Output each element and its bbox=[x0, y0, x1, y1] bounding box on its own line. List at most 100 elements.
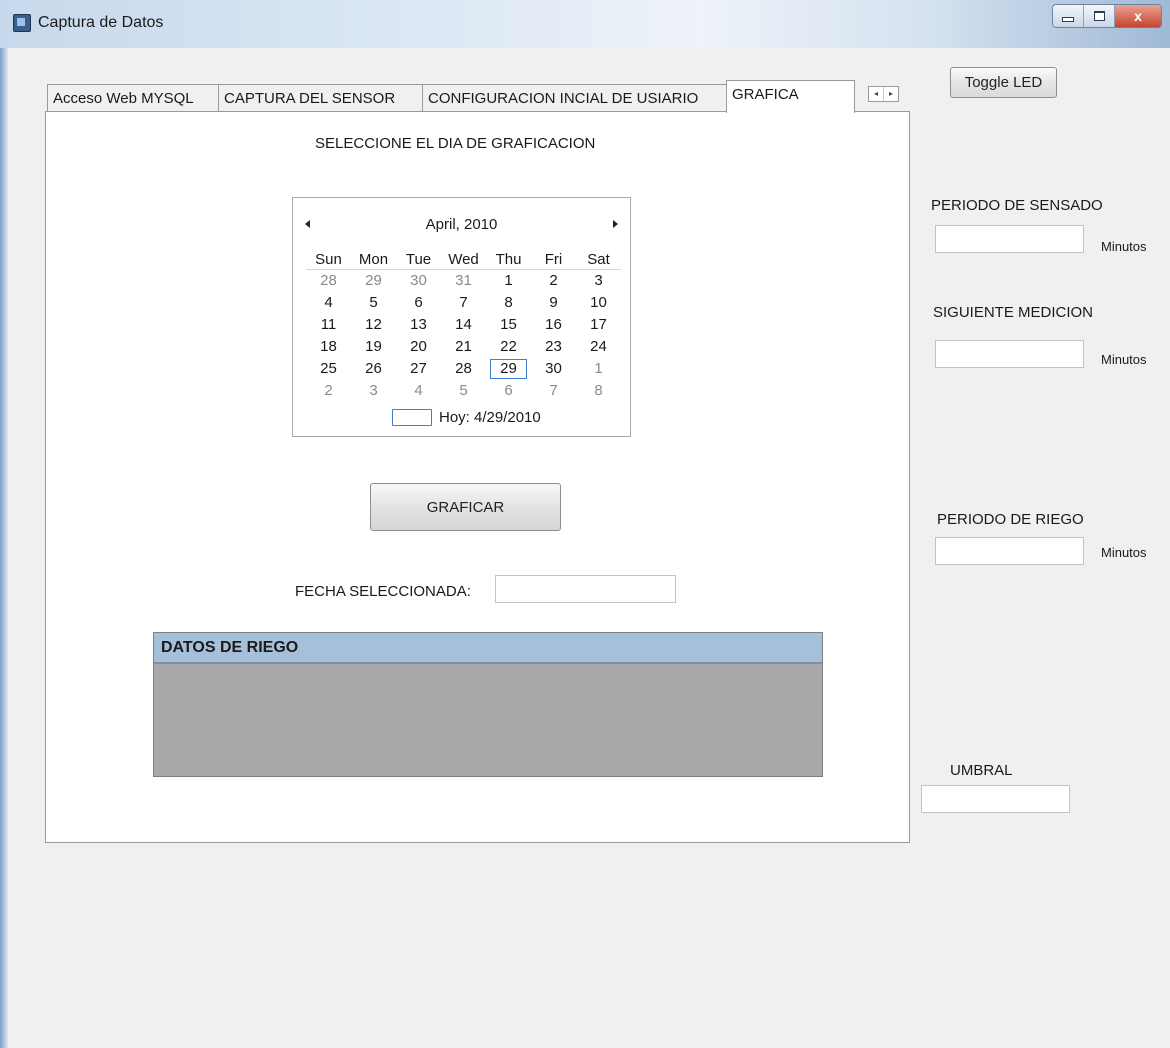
calendar-day[interactable]: 1 bbox=[576, 358, 621, 380]
graficar-button[interactable]: GRAFICAR bbox=[370, 483, 561, 531]
calendar-grid: Sun Mon Tue Wed Thu Fri Sat 28 29 30 31 1 2 3 4 5 6 7 8 9 1… bbox=[306, 249, 621, 402]
calendar-day[interactable]: 14 bbox=[441, 314, 486, 336]
umbral-input[interactable] bbox=[921, 785, 1070, 813]
calendar-day-number: 17 bbox=[590, 316, 607, 333]
siguiente-medicion-label: SIGUIENTE MEDICION bbox=[933, 304, 1094, 321]
calendar-day-number: 22 bbox=[500, 338, 517, 355]
weekday-header: Fri bbox=[531, 249, 576, 270]
window-left-border bbox=[0, 0, 8, 1048]
maximize-button[interactable] bbox=[1084, 5, 1115, 27]
calendar-day-number: 30 bbox=[410, 272, 427, 289]
tab-captura-del-sensor[interactable]: CAPTURA DEL SENSOR bbox=[218, 84, 423, 112]
calendar-month-title[interactable]: April, 2010 bbox=[293, 216, 630, 233]
calendar-day-number: 8 bbox=[504, 294, 513, 311]
calendar-day[interactable]: 12 bbox=[351, 314, 396, 336]
calendar-day[interactable]: 23 bbox=[531, 336, 576, 358]
calendar-day[interactable]: 7 bbox=[441, 292, 486, 314]
minimize-button[interactable] bbox=[1053, 5, 1084, 27]
tab-acceso-web-mysql[interactable]: Acceso Web MYSQL bbox=[47, 84, 219, 112]
calendar-day[interactable]: 13 bbox=[396, 314, 441, 336]
siguiente-medicion-input[interactable] bbox=[935, 340, 1084, 368]
tab-grafica[interactable]: GRAFICA bbox=[726, 80, 855, 113]
calendar-day[interactable]: 24 bbox=[576, 336, 621, 358]
calendar-day[interactable]: 30 bbox=[531, 358, 576, 380]
fecha-seleccionada-label: FECHA SELECCIONADA: bbox=[295, 583, 471, 600]
calendar-day-number: 9 bbox=[549, 294, 558, 311]
calendar-day[interactable]: 26 bbox=[351, 358, 396, 380]
calendar-day[interactable]: 15 bbox=[486, 314, 531, 336]
month-calendar[interactable]: April, 2010 Sun Mon Tue Wed Thu Fri Sat 28 29 30… bbox=[292, 197, 631, 437]
periodo-sensado-label: PERIODO DE SENSADO bbox=[931, 197, 1103, 214]
calendar-day[interactable]: 6 bbox=[396, 292, 441, 314]
periodo-riego-input[interactable] bbox=[935, 537, 1084, 565]
calendar-day[interactable]: 11 bbox=[306, 314, 351, 336]
today-link[interactable]: Hoy: 4/29/2010 bbox=[392, 409, 541, 426]
calendar-day[interactable]: 5 bbox=[351, 292, 396, 314]
weekday-header: Thu bbox=[486, 249, 531, 270]
calendar-day[interactable]: 10 bbox=[576, 292, 621, 314]
calendar-day-number: 8 bbox=[594, 382, 603, 399]
calendar-week-row: 25 26 27 28 29 30 1 bbox=[306, 358, 621, 380]
calendar-week-row: 2 3 4 5 6 7 8 bbox=[306, 380, 621, 402]
calendar-week-row: 18 19 20 21 22 23 24 bbox=[306, 336, 621, 358]
toggle-led-button[interactable]: Toggle LED bbox=[950, 67, 1057, 98]
select-day-prompt: SELECCIONE EL DIA DE GRAFICACION bbox=[315, 135, 596, 152]
calendar-day[interactable]: 8 bbox=[576, 380, 621, 402]
calendar-day[interactable]: 20 bbox=[396, 336, 441, 358]
tab-configuracion-inicial[interactable]: CONFIGURACION INCIAL DE USIARIO bbox=[422, 84, 727, 112]
calendar-day[interactable]: 1 bbox=[486, 270, 531, 293]
calendar-day[interactable]: 16 bbox=[531, 314, 576, 336]
calendar-day-number: 5 bbox=[369, 294, 378, 311]
calendar-day-number: 3 bbox=[369, 382, 378, 399]
calendar-day[interactable]: 30 bbox=[396, 270, 441, 293]
app-icon bbox=[13, 14, 31, 32]
calendar-day[interactable]: 6 bbox=[486, 380, 531, 402]
calendar-day-number: 20 bbox=[410, 338, 427, 355]
title-bar: Captura de Datos x bbox=[0, 0, 1170, 48]
periodo-sensado-input[interactable] bbox=[935, 225, 1084, 253]
calendar-day-today[interactable]: 29 bbox=[486, 358, 531, 380]
calendar-day-number: 7 bbox=[549, 382, 558, 399]
tab-scroll-left-icon[interactable]: ◂ bbox=[869, 87, 884, 101]
calendar-day-number: 25 bbox=[320, 360, 337, 377]
calendar-day[interactable]: 18 bbox=[306, 336, 351, 358]
calendar-day[interactable]: 5 bbox=[441, 380, 486, 402]
calendar-day[interactable]: 31 bbox=[441, 270, 486, 293]
calendar-day[interactable]: 3 bbox=[576, 270, 621, 293]
next-month-icon[interactable] bbox=[613, 220, 618, 228]
weekday-header: Wed bbox=[441, 249, 486, 270]
calendar-day-number: 4 bbox=[414, 382, 423, 399]
calendar-day[interactable]: 19 bbox=[351, 336, 396, 358]
siguiente-medicion-unit: Minutos bbox=[1101, 352, 1147, 367]
calendar-day[interactable]: 7 bbox=[531, 380, 576, 402]
calendar-day[interactable]: 2 bbox=[531, 270, 576, 293]
tab-scroll-right-icon[interactable]: ▸ bbox=[884, 87, 898, 101]
tab-scroll-buttons: ◂ ▸ bbox=[868, 86, 899, 102]
calendar-day[interactable]: 28 bbox=[306, 270, 351, 293]
calendar-day[interactable]: 3 bbox=[351, 380, 396, 402]
calendar-day-number: 7 bbox=[459, 294, 468, 311]
close-button[interactable]: x bbox=[1115, 5, 1161, 27]
calendar-day[interactable]: 2 bbox=[306, 380, 351, 402]
calendar-day-number: 10 bbox=[590, 294, 607, 311]
calendar-day[interactable]: 25 bbox=[306, 358, 351, 380]
calendar-day[interactable]: 27 bbox=[396, 358, 441, 380]
fecha-seleccionada-input[interactable] bbox=[495, 575, 676, 603]
datos-de-riego-grid[interactable]: DATOS DE RIEGO bbox=[153, 632, 823, 777]
weekday-header-row: Sun Mon Tue Wed Thu Fri Sat bbox=[306, 249, 621, 270]
calendar-day[interactable]: 21 bbox=[441, 336, 486, 358]
calendar-day[interactable]: 8 bbox=[486, 292, 531, 314]
calendar-day[interactable]: 28 bbox=[441, 358, 486, 380]
calendar-day-number: 28 bbox=[455, 360, 472, 377]
calendar-day[interactable]: 22 bbox=[486, 336, 531, 358]
calendar-day-number: 29 bbox=[365, 272, 382, 289]
calendar-day[interactable]: 9 bbox=[531, 292, 576, 314]
calendar-day-number: 31 bbox=[455, 272, 472, 289]
weekday-header: Sat bbox=[576, 249, 621, 270]
calendar-day[interactable]: 29 bbox=[351, 270, 396, 293]
calendar-day-number: 12 bbox=[365, 316, 382, 333]
calendar-week-row: 11 12 13 14 15 16 17 bbox=[306, 314, 621, 336]
calendar-day[interactable]: 4 bbox=[396, 380, 441, 402]
calendar-day[interactable]: 4 bbox=[306, 292, 351, 314]
calendar-day[interactable]: 17 bbox=[576, 314, 621, 336]
